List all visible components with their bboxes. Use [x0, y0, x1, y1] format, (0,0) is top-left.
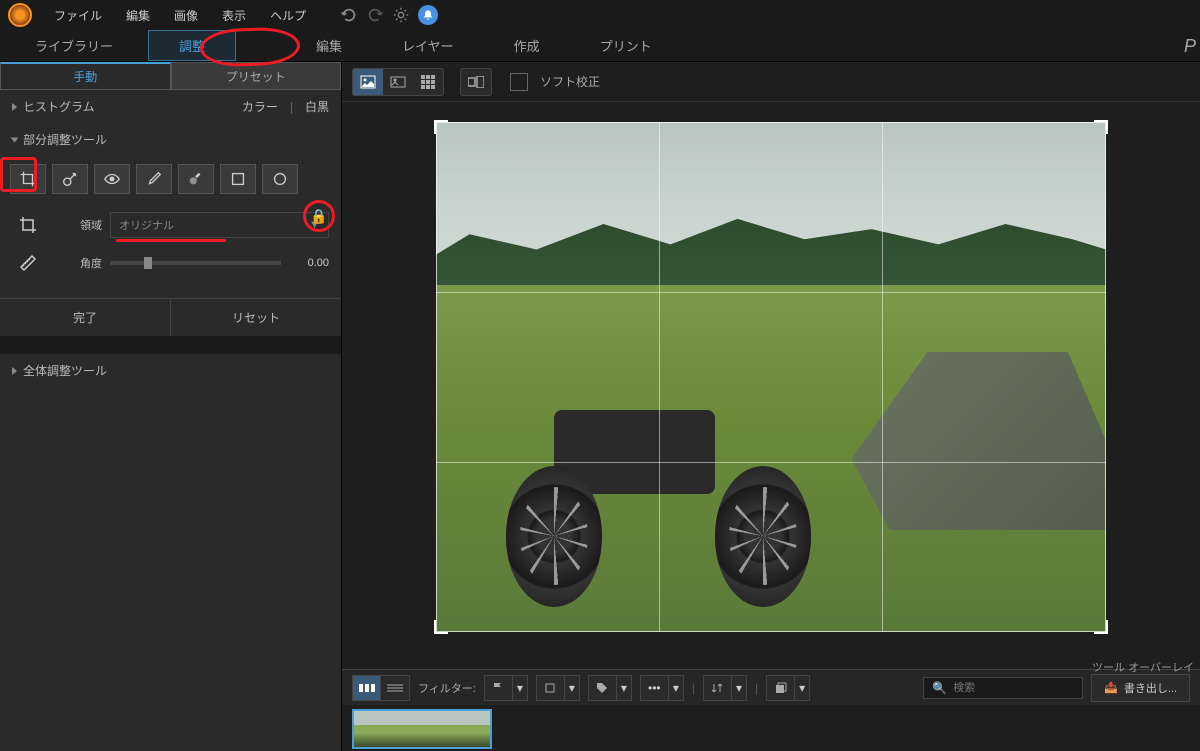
tab-print[interactable]: プリント [570, 30, 682, 61]
annotation-box [0, 157, 37, 192]
global-tools-header[interactable]: 全体調整ツール [0, 354, 341, 387]
expand-icon [12, 103, 17, 111]
stack-button[interactable] [767, 676, 795, 700]
image-frame[interactable] [436, 122, 1106, 632]
notification-icon[interactable] [418, 5, 438, 25]
search-icon: 🔍 [932, 681, 947, 695]
histogram-bw-tab[interactable]: 白黒 [305, 98, 329, 115]
local-tools-title: 部分調整ツール [23, 131, 107, 148]
softproof-label: ソフト校正 [540, 73, 600, 90]
tab-library[interactable]: ライブラリー [0, 30, 148, 61]
redeye-tool-button[interactable] [94, 164, 130, 194]
thumbnail-item[interactable] [352, 709, 492, 749]
menu-file[interactable]: ファイル [44, 3, 112, 28]
annotation-circle-lock: 🔒 [303, 200, 335, 232]
filter-flag-button[interactable] [485, 676, 513, 700]
left-panel: 手動 プリセット ヒストグラム カラー|白黒 部分調整ツール 領域 [0, 62, 342, 751]
expand-icon [11, 137, 19, 142]
clone-tool-button[interactable] [178, 164, 214, 194]
export-icon: 📤 [1104, 681, 1118, 694]
overlay-label: ツール オーバーレイ [1092, 659, 1194, 675]
view-single-button[interactable] [353, 69, 383, 95]
histogram-header[interactable]: ヒストグラム カラー|白黒 [0, 90, 341, 123]
filter-tag-button[interactable] [589, 676, 617, 700]
area-value: オリジナル [119, 217, 174, 233]
redo-icon[interactable] [366, 6, 384, 24]
subtab-manual[interactable]: 手動 [0, 62, 171, 90]
angle-value: 0.00 [289, 257, 329, 269]
annotation-underline [116, 239, 226, 242]
view-split-button[interactable] [461, 69, 491, 95]
export-button[interactable]: 📤 書き出し... [1091, 674, 1190, 702]
canvas-area[interactable] [342, 102, 1200, 669]
view-grid-button[interactable] [413, 69, 443, 95]
spot-tool-button[interactable] [52, 164, 88, 194]
menu-edit[interactable]: 編集 [116, 3, 160, 28]
p-label: P [1184, 36, 1196, 57]
search-input[interactable] [953, 682, 1095, 694]
app-logo-icon [8, 3, 32, 27]
menu-image[interactable]: 画像 [164, 3, 208, 28]
bottom-toolbar: フィルター: ▾ ▾ ▾ •••▾ | ▾ | ▾ 🔍 ✕ 📤 書き出し... [342, 669, 1200, 705]
export-label: 書き出し... [1124, 680, 1177, 696]
done-button[interactable]: 完了 [0, 299, 171, 336]
radial-tool-button[interactable] [262, 164, 298, 194]
global-tools-title: 全体調整ツール [23, 362, 107, 379]
thumb-size-1-button[interactable] [353, 676, 381, 700]
area-label: 領域 [52, 217, 102, 233]
filter-label: フィルター: [418, 680, 476, 696]
crop-icon [12, 212, 44, 238]
brush-tool-button[interactable] [136, 164, 172, 194]
view-compare-button[interactable] [383, 69, 413, 95]
reset-button[interactable]: リセット [171, 299, 341, 336]
filter-label-button[interactable] [537, 676, 565, 700]
gradient-tool-button[interactable] [220, 164, 256, 194]
filter-flag-dropdown[interactable]: ▾ [513, 676, 527, 700]
ruler-icon [12, 250, 44, 276]
angle-label: 角度 [52, 255, 102, 271]
undo-icon[interactable] [340, 6, 358, 24]
subtab-preset[interactable]: プリセット [171, 62, 342, 90]
filter-more-button[interactable]: ••• [641, 676, 669, 700]
softproof-checkbox[interactable] [510, 73, 528, 91]
search-box[interactable]: 🔍 ✕ [923, 677, 1083, 699]
thumbnail-strip [342, 705, 1200, 751]
menu-view[interactable]: 表示 [212, 3, 256, 28]
menu-help[interactable]: ヘルプ [260, 3, 316, 28]
sort-dropdown[interactable]: ▾ [732, 676, 746, 700]
filter-more-dropdown[interactable]: ▾ [669, 676, 683, 700]
histogram-color-tab[interactable]: カラー [242, 98, 278, 115]
angle-slider[interactable] [110, 261, 281, 265]
right-panel: ソフト校正 [342, 62, 1200, 751]
settings-icon[interactable] [392, 6, 410, 24]
expand-icon [12, 367, 17, 375]
main-tab-bar: ライブラリー 調整 編集 レイヤー 作成 プリント [0, 30, 1200, 62]
view-toolbar: ソフト校正 [342, 62, 1200, 102]
sort-button[interactable] [704, 676, 732, 700]
filter-label-dropdown[interactable]: ▾ [565, 676, 579, 700]
lock-icon[interactable]: 🔒 [310, 208, 327, 225]
thumb-size-2-button[interactable] [381, 676, 409, 700]
tab-create[interactable]: 作成 [484, 30, 570, 61]
area-dropdown[interactable]: オリジナル ▼ [110, 212, 329, 238]
stack-dropdown[interactable]: ▾ [795, 676, 809, 700]
local-tools-header[interactable]: 部分調整ツール [0, 123, 341, 156]
photo-preview [436, 122, 1106, 632]
tool-row [0, 156, 341, 202]
tab-layer[interactable]: レイヤー [372, 30, 484, 61]
histogram-title: ヒストグラム [23, 98, 95, 115]
filter-tag-dropdown[interactable]: ▾ [617, 676, 631, 700]
menu-bar: ファイル 編集 画像 表示 ヘルプ [0, 0, 1200, 30]
